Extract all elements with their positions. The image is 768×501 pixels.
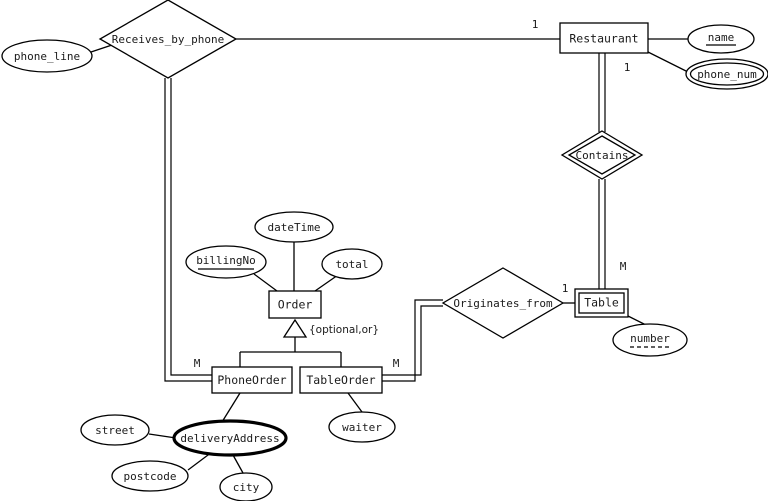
entity-phoneorder[interactable]: PhoneOrder (211, 366, 293, 394)
constraints-layer: {optional,or} (309, 324, 379, 336)
cardinality-originates-table: 1 (562, 282, 569, 295)
entity-order[interactable]: Order (268, 290, 322, 319)
edge-deliveryaddress-street (148, 433, 177, 439)
entity-table-label: Table (584, 296, 619, 310)
edge-tableorder-waiter (347, 392, 363, 413)
attribute-city[interactable]: city (219, 472, 273, 501)
entity-table[interactable]: Table (574, 288, 629, 318)
edge-phoneline-receives (90, 44, 113, 53)
relationship-receives-by-phone[interactable]: Receives_by_phone (98, 0, 238, 79)
edge-restaurant-contains-double (598, 53, 606, 132)
edge-deliveryaddress-city (232, 454, 244, 474)
cardinality-contains-table: M (620, 260, 627, 273)
relationship-contains[interactable]: Contains (560, 130, 644, 180)
relationship-originates-from-label: Originates_from (453, 297, 553, 310)
edge-phoneorder-deliveryaddress (221, 392, 241, 423)
relationship-receives-by-phone-label: Receives_by_phone (112, 33, 225, 46)
entity-order-label: Order (278, 298, 313, 312)
entities-layer: Restaurant Table Order PhoneOrder TableO… (211, 22, 649, 394)
attribute-phone-line-label: phone_line (14, 50, 80, 63)
edge-order-billingno (253, 273, 278, 292)
entity-restaurant-label: Restaurant (569, 32, 638, 46)
attribute-total-label: total (335, 258, 368, 271)
attribute-phone-num-label: phone_num (697, 68, 757, 81)
attribute-street-label: street (95, 424, 135, 437)
attribute-delivery-address[interactable]: deliveryAddress (172, 419, 288, 457)
edge-receives-phoneorder-double (164, 78, 212, 382)
edge-order-total (314, 274, 339, 292)
attribute-phone-num[interactable]: phone_num (685, 58, 768, 90)
attribute-waiter[interactable]: waiter (328, 411, 396, 443)
relationship-contains-label: Contains (576, 149, 629, 162)
entity-phoneorder-label: PhoneOrder (217, 373, 286, 387)
specialization-constraint-label: {optional,or} (309, 324, 379, 336)
cardinality-restaurant-receives: 1 (532, 18, 539, 31)
attribute-billingno[interactable]: billingNo (185, 245, 267, 279)
attribute-postcode-label: postcode (124, 470, 177, 483)
attribute-postcode[interactable]: postcode (111, 460, 189, 492)
cardinality-tableorder: M (393, 357, 400, 370)
er-diagram-canvas: Receives_by_phone Contains Originates_fr… (0, 0, 768, 501)
attribute-billingno-label: billingNo (196, 254, 256, 267)
cardinalities-layer: 1 1 M 1 M M (194, 18, 631, 370)
attribute-datetime[interactable]: dateTime (254, 211, 334, 243)
attribute-number[interactable]: number (612, 323, 688, 357)
attribute-name-label: name (708, 31, 735, 44)
attribute-delivery-address-label: deliveryAddress (180, 432, 279, 445)
relationship-originates-from[interactable]: Originates_from (441, 267, 565, 339)
attribute-waiter-label: waiter (342, 421, 382, 434)
cardinality-phoneorder: M (194, 357, 201, 370)
attribute-phone-line[interactable]: phone_line (1, 39, 93, 73)
attribute-total[interactable]: total (321, 248, 383, 280)
attributes-layer: phone_line name phone_num number dateTim… (1, 24, 768, 501)
edge-restaurant-phonenum (647, 51, 691, 74)
er-diagram-svg: Receives_by_phone Contains Originates_fr… (1, 0, 768, 501)
attribute-number-label: number (630, 332, 670, 345)
edge-tableorder-originates-double (382, 299, 443, 382)
entity-tableorder[interactable]: TableOrder (299, 366, 383, 394)
attribute-street[interactable]: street (80, 414, 150, 446)
edge-contains-table-double (598, 179, 606, 289)
attribute-name[interactable]: name (687, 24, 755, 54)
edges-layer (90, 38, 691, 474)
entity-restaurant[interactable]: Restaurant (559, 22, 649, 54)
specialization-triangle[interactable] (282, 318, 308, 338)
attribute-city-label: city (233, 481, 260, 494)
entity-tableorder-label: TableOrder (306, 373, 375, 387)
cardinality-restaurant-phonenum: 1 (624, 61, 631, 74)
attribute-datetime-label: dateTime (268, 221, 321, 234)
